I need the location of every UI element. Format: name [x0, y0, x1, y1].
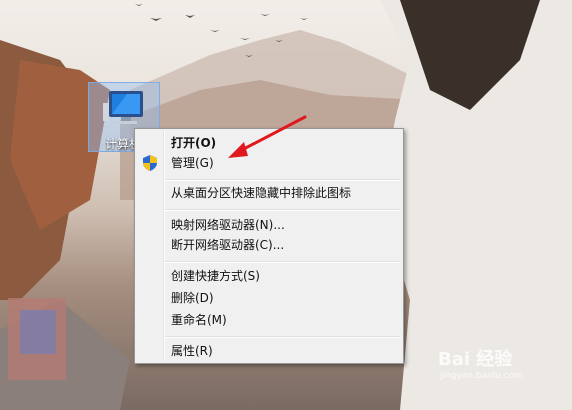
menu-item-open[interactable]: 打开(O) [171, 133, 216, 153]
menu-separator [165, 261, 400, 263]
context-menu: 打开(O) 管理(G) 从桌面分区快速隐藏中排除此图标 映射网络驱动器(N)..… [134, 128, 404, 364]
menu-separator [165, 179, 400, 181]
menu-separator [165, 209, 400, 211]
menu-item-exclude-icon[interactable]: 从桌面分区快速隐藏中排除此图标 [171, 183, 351, 203]
monitor-icon [103, 91, 143, 124]
watermark-url: jingyan.baidu.com [440, 371, 524, 381]
menu-item-properties[interactable]: 属性(R) [171, 341, 213, 361]
menu-item-manage[interactable]: 管理(G) [171, 153, 214, 173]
uac-shield-icon [143, 155, 157, 171]
menu-item-map-drive[interactable]: 映射网络驱动器(N)... [171, 215, 285, 235]
menu-icon-gutter [163, 131, 165, 361]
watermark-brand: Bai 经验 [438, 349, 513, 370]
menu-item-create-shortcut[interactable]: 创建快捷方式(S) [171, 266, 260, 286]
desktop-background: 计算机 打开(O) 管理(G) 从桌面分区快速隐藏中排除此图标 映射网络驱动器(… [0, 0, 572, 410]
menu-item-delete[interactable]: 删除(D) [171, 288, 214, 308]
menu-item-rename[interactable]: 重命名(M) [171, 310, 227, 330]
menu-item-disconnect-drive[interactable]: 断开网络驱动器(C)... [171, 235, 284, 255]
menu-separator [165, 336, 400, 338]
